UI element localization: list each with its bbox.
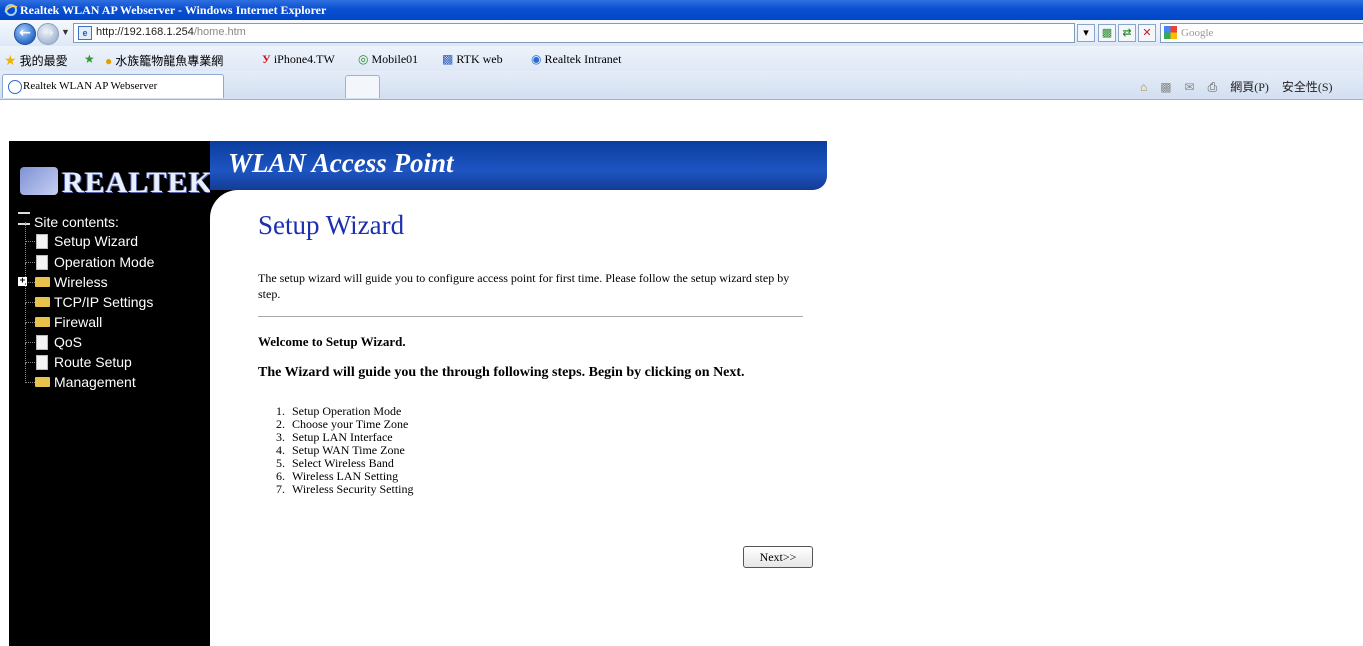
favorite-item[interactable]: ▩ RTK web	[442, 52, 503, 67]
folder-icon	[35, 317, 50, 327]
document-icon	[36, 355, 48, 370]
address-dropdown-icon[interactable]: ▾	[1077, 24, 1095, 42]
sidebar-item-label: Management	[54, 374, 136, 390]
ie-tab-icon	[8, 80, 22, 94]
page-icon: e	[78, 26, 92, 40]
history-dropdown-icon[interactable]: ▼	[61, 27, 70, 37]
safety-menu[interactable]: 安全性(S)	[1282, 80, 1333, 94]
realtek-logo: REALTEK	[20, 166, 213, 200]
new-tab-button[interactable]	[345, 75, 380, 98]
tab-realtek[interactable]: Realtek WLAN AP Webserver	[2, 74, 224, 98]
fav-site-icon: ●	[105, 54, 113, 68]
favorite-label: RTK web	[456, 52, 503, 66]
favorites-label: 我的最愛	[19, 54, 68, 68]
tree-root: Site contents:	[18, 212, 119, 230]
fav-site-icon: ◎	[358, 52, 369, 66]
ie-page-icon: ◉	[531, 52, 542, 66]
realtek-logo-icon	[20, 167, 58, 195]
document-icon	[36, 234, 48, 249]
favorite-label: Mobile01	[371, 52, 419, 66]
page-header: WLAN Access Point	[210, 141, 827, 190]
sidebar-item-label: Wireless	[54, 274, 108, 290]
intro-text: The setup wizard will guide you to confi…	[258, 271, 790, 301]
document-icon	[36, 255, 48, 270]
print-icon[interactable]: ⎙	[1208, 80, 1218, 94]
favorite-item[interactable]: У iPhone4.TW	[262, 52, 335, 67]
favorite-item[interactable]: ◎ Mobile01	[358, 52, 418, 67]
tree-root-label: Site contents:	[34, 214, 119, 230]
tab-bar: Realtek WLAN AP Webserver ⌂ ▩ ✉ ⎙ 網頁(P) …	[0, 71, 1363, 100]
fav-site-icon: У	[262, 52, 271, 66]
google-icon	[1164, 26, 1177, 39]
header-title: WLAN Access Point	[228, 148, 454, 178]
command-bar: ⌂ ▩ ✉ ⎙ 網頁(P) 安全性(S)	[1140, 78, 1343, 95]
sidebar-item-label: Route Setup	[54, 354, 132, 370]
window-title: Realtek WLAN AP Webserver - Windows Inte…	[20, 3, 327, 17]
page-title: Setup Wizard	[258, 210, 405, 240]
next-button[interactable]: Next>>	[743, 546, 813, 568]
tree-line	[25, 222, 26, 242]
star-icon: ★	[4, 54, 17, 69]
url-host: http://192.168.1.254	[96, 26, 194, 38]
folder-icon	[35, 277, 50, 287]
favorite-item[interactable]: ◉ Realtek Intranet	[531, 52, 621, 67]
sidebar-item-label: TCP/IP Settings	[54, 294, 154, 310]
favorites-bar: ★ 我的最愛 ★ ● 水族籠物龍魚專業網 У iPhone4.TW ◎ Mobi…	[0, 46, 1363, 71]
sidebar-item-label: Firewall	[54, 314, 103, 330]
favorite-label: 水族籠物龍魚專業網	[115, 54, 224, 68]
page-menu[interactable]: 網頁(P)	[1230, 80, 1269, 94]
steps-list: Setup Operation Mode Choose your Time Zo…	[258, 405, 414, 496]
tree-line	[25, 303, 26, 323]
fav-site-icon: ▩	[442, 52, 454, 66]
welcome-text: Welcome to Setup Wizard.	[258, 334, 406, 349]
tab-label: Realtek WLAN AP Webserver	[23, 80, 158, 92]
ie-icon	[4, 4, 18, 16]
divider	[258, 316, 803, 317]
tree-line	[25, 243, 26, 263]
refresh-icon[interactable]: ⇄	[1118, 24, 1136, 42]
address-toolbar: ← → ▼ e http://192.168.1.254/home.htm ▾ …	[0, 20, 1363, 46]
compatibility-icon[interactable]: ▩	[1098, 24, 1116, 42]
favorite-label: Realtek Intranet	[544, 52, 622, 66]
home-icon[interactable]: ⌂	[1140, 80, 1147, 94]
feeds-icon[interactable]: ▩	[1160, 80, 1171, 94]
address-text: http://192.168.1.254/home.htm	[96, 26, 246, 38]
add-favorite-icon[interactable]: ★	[84, 52, 95, 67]
document-icon	[36, 335, 48, 350]
sidebar-item-label: Operation Mode	[54, 254, 155, 270]
favorite-label: iPhone4.TW	[273, 52, 335, 66]
address-input[interactable]: e http://192.168.1.254/home.htm	[73, 23, 1075, 43]
folder-icon	[35, 297, 50, 307]
list-item: Wireless Security Setting	[288, 483, 414, 496]
forward-button[interactable]: →	[37, 23, 59, 45]
tree-line	[25, 363, 26, 383]
tree-line	[25, 283, 26, 303]
back-button[interactable]: ←	[14, 23, 36, 45]
back-arrow-icon: ←	[19, 25, 31, 41]
favorite-item[interactable]: ● 水族籠物龍魚專業網	[105, 52, 223, 69]
sidebar-item-label: Setup Wizard	[54, 233, 139, 249]
mail-icon[interactable]: ✉	[1185, 80, 1195, 94]
search-input[interactable]: Google	[1160, 23, 1363, 43]
stop-icon[interactable]: ✕	[1138, 24, 1156, 42]
tree-line	[25, 343, 26, 363]
tree-root-icon	[18, 212, 30, 225]
logo-text: REALTEK	[62, 166, 213, 199]
url-path: /home.htm	[193, 26, 246, 38]
folder-icon	[35, 377, 50, 387]
search-placeholder: Google	[1181, 27, 1214, 39]
favorites-button[interactable]: ★ 我的最愛	[4, 52, 68, 70]
guide-text: The Wizard will guide you the through fo…	[258, 365, 745, 380]
tree-line	[25, 323, 26, 343]
sidebar-item-label: QoS	[54, 334, 83, 350]
forward-arrow-icon: →	[42, 25, 54, 41]
window-title-bar: Realtek WLAN AP Webserver - Windows Inte…	[0, 0, 1363, 20]
